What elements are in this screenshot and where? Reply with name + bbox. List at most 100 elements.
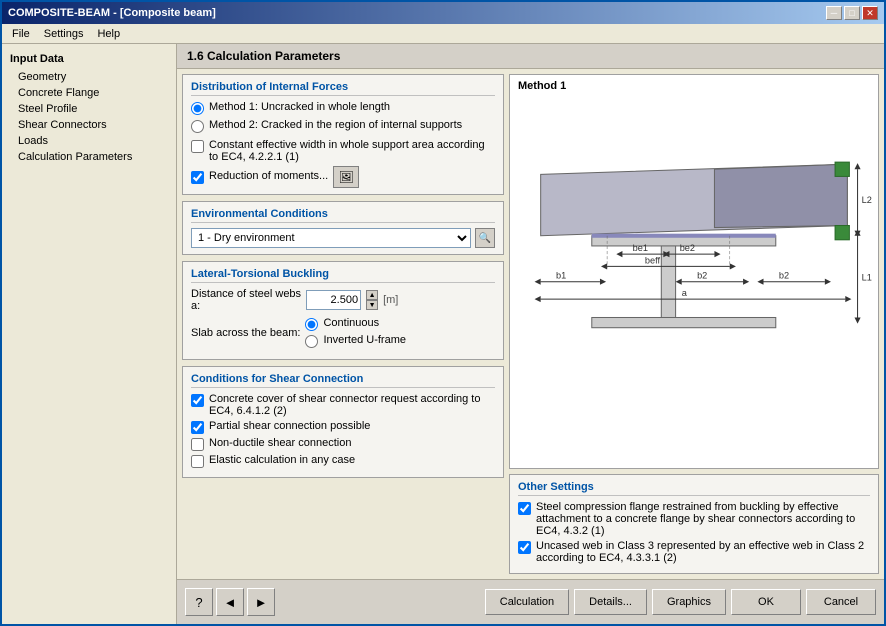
method1-radio[interactable]: Method 1: Uncracked in whole length bbox=[191, 101, 495, 115]
slab-options: Continuous Inverted U-frame bbox=[305, 317, 406, 348]
uncased-web-checkbox[interactable]: Uncased web in Class 3 represented by an… bbox=[518, 540, 870, 564]
env-conditions-row: 1 - Dry environment 🔍 bbox=[191, 228, 495, 248]
continuous-input[interactable] bbox=[305, 318, 318, 331]
continuous-radio[interactable]: Continuous bbox=[305, 317, 406, 331]
minimize-button[interactable]: ─ bbox=[826, 6, 842, 20]
method2-label: Method 2: Cracked in the region of inter… bbox=[209, 119, 462, 131]
partial-shear-input[interactable] bbox=[191, 421, 204, 434]
elastic-calc-label: Elastic calculation in any case bbox=[209, 454, 355, 466]
ltb-section: Lateral-Torsional Buckling Distance of s… bbox=[182, 261, 504, 360]
svg-text:L2: L2 bbox=[862, 195, 872, 205]
ltb-title: Lateral-Torsional Buckling bbox=[191, 268, 495, 283]
uncased-web-input[interactable] bbox=[518, 541, 531, 554]
method2-radio[interactable]: Method 2: Cracked in the region of inter… bbox=[191, 119, 495, 133]
steel-compression-input[interactable] bbox=[518, 502, 531, 515]
concrete-cover-input[interactable] bbox=[191, 394, 204, 407]
inverted-u-radio[interactable]: Inverted U-frame bbox=[305, 334, 406, 348]
ltb-a-down-button[interactable]: ▼ bbox=[366, 300, 378, 310]
reduction-input[interactable] bbox=[191, 171, 204, 184]
details-button[interactable]: Details... bbox=[574, 589, 647, 615]
svg-text:a: a bbox=[682, 288, 688, 298]
window-title: COMPOSITE-BEAM - [Composite beam] bbox=[8, 7, 216, 19]
other-settings-box: Other Settings Steel compression flange … bbox=[509, 474, 879, 574]
main-panel: 1.6 Calculation Parameters Distribution … bbox=[177, 44, 884, 624]
ltb-a-spinner: ▲ ▼ bbox=[366, 290, 378, 310]
slab-row: Slab across the beam: Continuous Inverte… bbox=[191, 317, 495, 348]
right-panel: Method 1 bbox=[509, 74, 879, 574]
method2-input[interactable] bbox=[191, 120, 204, 133]
env-conditions-section: Environmental Conditions 1 - Dry environ… bbox=[182, 201, 504, 255]
diagram-box: Method 1 bbox=[509, 74, 879, 469]
panel-content: Distribution of Internal Forces Method 1… bbox=[177, 69, 884, 579]
non-ductile-input[interactable] bbox=[191, 438, 204, 451]
partial-shear-checkbox[interactable]: Partial shear connection possible bbox=[191, 420, 495, 434]
title-bar-buttons: ─ □ ✕ bbox=[826, 6, 878, 20]
uncased-web-label: Uncased web in Class 3 represented by an… bbox=[536, 540, 870, 564]
non-ductile-checkbox[interactable]: Non-ductile shear connection bbox=[191, 437, 495, 451]
menu-file[interactable]: File bbox=[6, 27, 36, 41]
help-icon-button[interactable]: ? bbox=[185, 588, 213, 616]
ltb-a-input[interactable] bbox=[306, 290, 361, 310]
shear-connection-title: Conditions for Shear Connection bbox=[191, 373, 495, 388]
menu-help[interactable]: Help bbox=[91, 27, 126, 41]
maximize-button[interactable]: □ bbox=[844, 6, 860, 20]
method1-label: Method 1: Uncracked in whole length bbox=[209, 101, 390, 113]
close-button[interactable]: ✕ bbox=[862, 6, 878, 20]
partial-shear-label: Partial shear connection possible bbox=[209, 420, 370, 432]
ltb-a-up-button[interactable]: ▲ bbox=[366, 290, 378, 300]
reduction-checkbox[interactable]: Reduction of moments... bbox=[191, 170, 328, 184]
env-conditions-select[interactable]: 1 - Dry environment bbox=[191, 228, 471, 248]
ltb-distance-row: Distance of steel webs a: ▲ ▼ [m] bbox=[191, 288, 495, 312]
cancel-button[interactable]: Cancel bbox=[806, 589, 876, 615]
calculation-button[interactable]: Calculation bbox=[485, 589, 569, 615]
sidebar-item-steel-profile[interactable]: Steel Profile bbox=[2, 101, 176, 117]
moment-row: Reduction of moments... 🖼 bbox=[191, 166, 495, 188]
left-settings: Distribution of Internal Forces Method 1… bbox=[182, 74, 504, 574]
sidebar: Input Data Geometry Concrete Flange Stee… bbox=[2, 44, 177, 624]
svg-text:be2: be2 bbox=[680, 243, 695, 253]
inverted-u-input[interactable] bbox=[305, 335, 318, 348]
svg-text:b1: b1 bbox=[556, 271, 566, 281]
steel-compression-label: Steel compression flange restrained from… bbox=[536, 501, 870, 537]
sidebar-item-geometry[interactable]: Geometry bbox=[2, 69, 176, 85]
sidebar-item-concrete-flange[interactable]: Concrete Flange bbox=[2, 85, 176, 101]
inverted-u-label: Inverted U-frame bbox=[323, 334, 406, 346]
reduction-label: Reduction of moments... bbox=[209, 170, 328, 182]
non-ductile-label: Non-ductile shear connection bbox=[209, 437, 351, 449]
diagram-label: Method 1 bbox=[518, 80, 566, 92]
method1-input[interactable] bbox=[191, 102, 204, 115]
sidebar-item-calculation-params[interactable]: Calculation Parameters bbox=[2, 149, 176, 165]
ok-button[interactable]: OK bbox=[731, 589, 801, 615]
svg-text:beff: beff bbox=[645, 255, 661, 265]
constant-width-input[interactable] bbox=[191, 140, 204, 153]
distribution-radio-group: Method 1: Uncracked in whole length Meth… bbox=[191, 101, 495, 133]
concrete-cover-checkbox[interactable]: Concrete cover of shear connector reques… bbox=[191, 393, 495, 417]
constant-width-checkbox[interactable]: Constant effective width in whole suppor… bbox=[191, 139, 495, 163]
elastic-calc-checkbox[interactable]: Elastic calculation in any case bbox=[191, 454, 495, 468]
reduction-image-button[interactable]: 🖼 bbox=[333, 166, 359, 188]
slab-label: Slab across the beam: bbox=[191, 327, 300, 339]
sidebar-header: Input Data bbox=[2, 49, 176, 69]
steel-compression-checkbox[interactable]: Steel compression flange restrained from… bbox=[518, 501, 870, 537]
content-area: Input Data Geometry Concrete Flange Stee… bbox=[2, 44, 884, 624]
panel-title: 1.6 Calculation Parameters bbox=[177, 44, 884, 69]
concrete-cover-label: Concrete cover of shear connector reques… bbox=[209, 393, 495, 417]
diagram-svg: be1 be2 beff bbox=[510, 75, 878, 468]
back-icon-button[interactable]: ◄ bbox=[216, 588, 244, 616]
elastic-calc-input[interactable] bbox=[191, 455, 204, 468]
sidebar-item-shear-connectors[interactable]: Shear Connectors bbox=[2, 117, 176, 133]
menu-settings[interactable]: Settings bbox=[38, 27, 90, 41]
ltb-distance-label: Distance of steel webs a: bbox=[191, 288, 301, 312]
svg-text:be1: be1 bbox=[633, 243, 648, 253]
forward-icon-button[interactable]: ► bbox=[247, 588, 275, 616]
svg-text:b2: b2 bbox=[779, 271, 789, 281]
menu-bar: File Settings Help bbox=[2, 24, 884, 44]
distribution-title: Distribution of Internal Forces bbox=[191, 81, 495, 96]
bottom-right-buttons: Calculation Details... Graphics OK Cance… bbox=[485, 589, 876, 615]
graphics-button[interactable]: Graphics bbox=[652, 589, 726, 615]
env-conditions-title: Environmental Conditions bbox=[191, 208, 495, 223]
ltb-unit-label: [m] bbox=[383, 294, 398, 306]
ltb-a-label: a: bbox=[191, 300, 200, 312]
env-search-button[interactable]: 🔍 bbox=[475, 228, 495, 248]
sidebar-item-loads[interactable]: Loads bbox=[2, 133, 176, 149]
